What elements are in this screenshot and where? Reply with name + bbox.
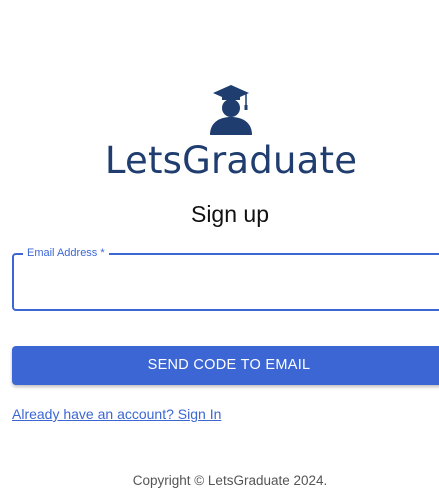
send-code-button-label: SEND CODE TO EMAIL (147, 357, 311, 373)
email-field-label: Email Address * (23, 246, 109, 260)
sign-in-link[interactable]: Already have an account? Sign In (12, 405, 221, 423)
brand-name: LetsGraduate (104, 139, 358, 182)
email-input[interactable] (26, 269, 430, 297)
send-code-button[interactable]: SEND CODE TO EMAIL (12, 346, 439, 385)
page-title: Sign up (190, 201, 269, 227)
email-field[interactable]: Email Address * (12, 246, 439, 311)
copyright-text: Copyright © LetsGraduate 2024. (132, 473, 328, 488)
graduate-cap-icon (210, 85, 252, 135)
signup-page: LetsGraduate Sign up Email Address * SEN… (0, 0, 439, 491)
